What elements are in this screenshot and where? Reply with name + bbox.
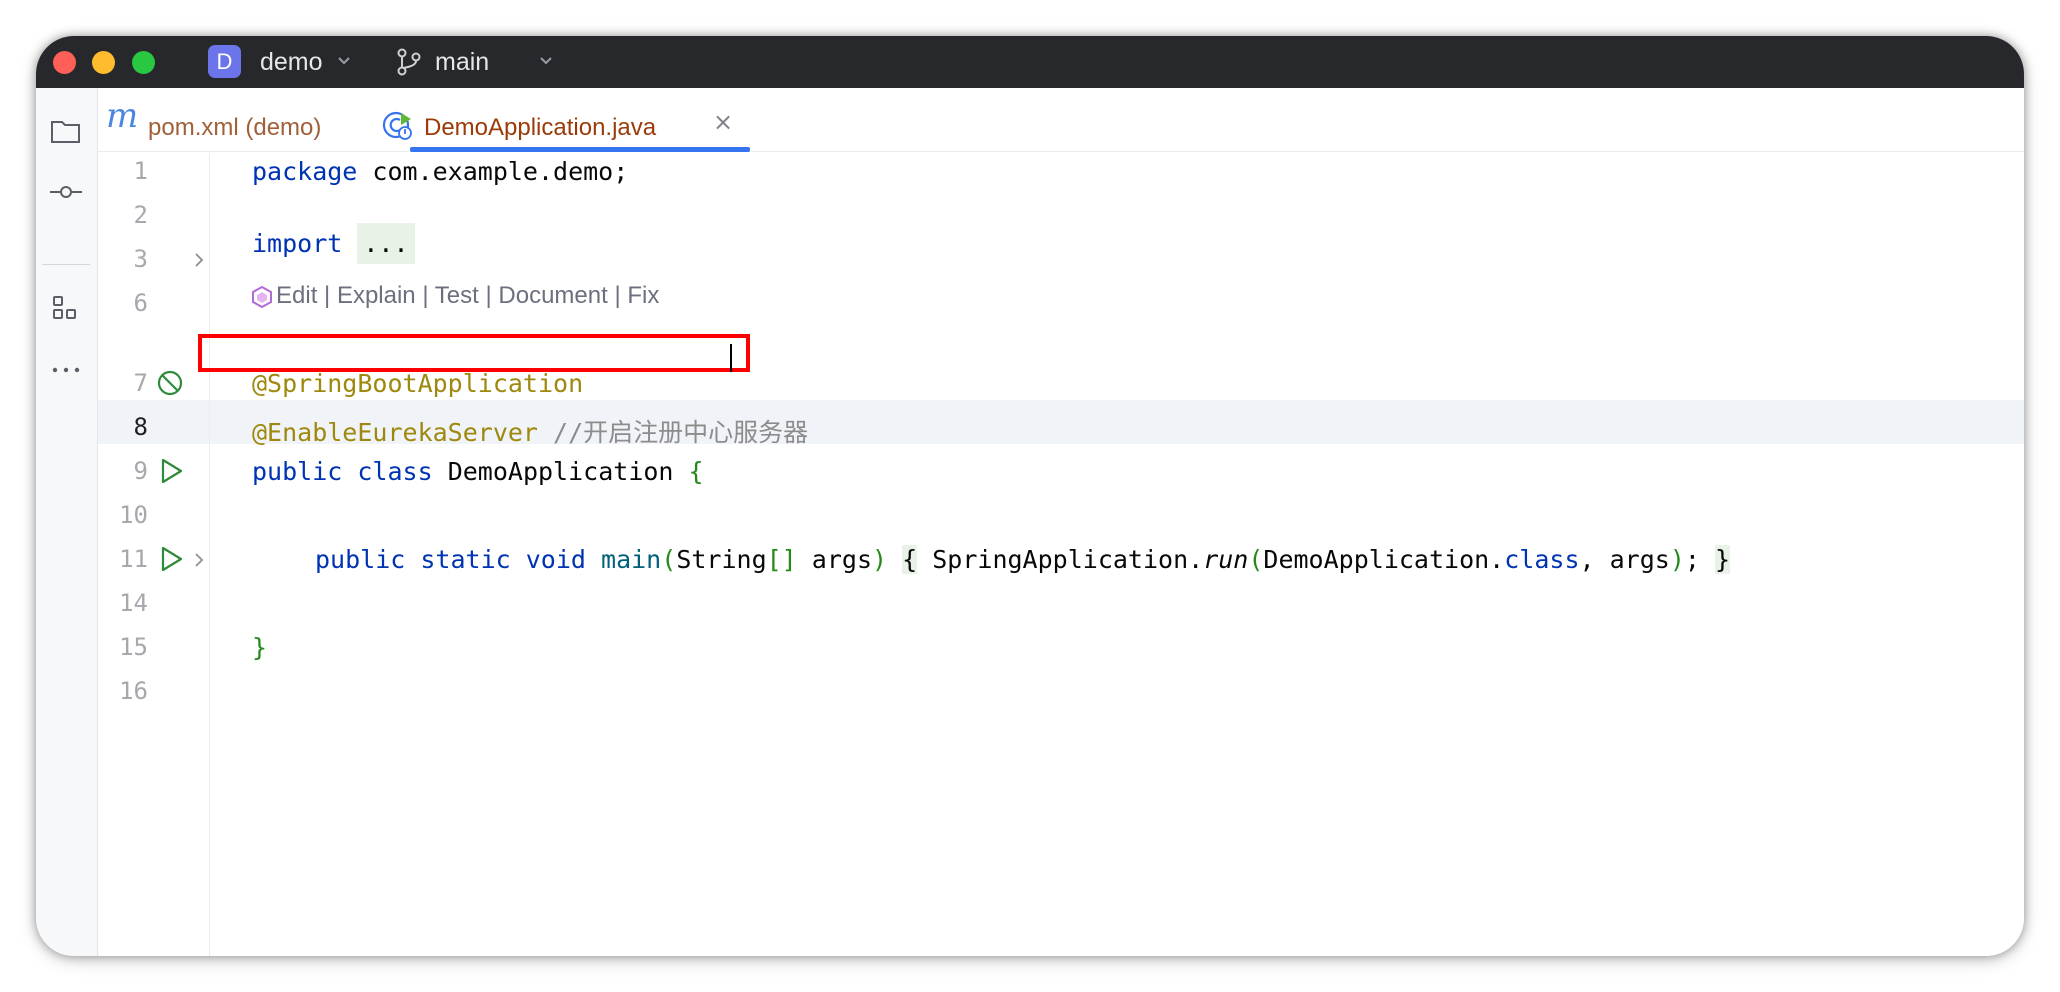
- text-caret: [730, 344, 732, 372]
- chevron-down-icon[interactable]: [334, 50, 354, 70]
- line-number: 11: [119, 545, 148, 573]
- line-number: 2: [133, 201, 148, 229]
- gutter-divider: [209, 153, 210, 956]
- ai-actions-inlay: Edit | Explain | Test | Document | Fix: [276, 282, 659, 310]
- keyword: public: [252, 457, 343, 486]
- line-number: 3: [133, 245, 148, 273]
- minimize-window-button[interactable]: [92, 51, 115, 74]
- paren: (: [661, 545, 677, 574]
- fold-close-brace[interactable]: }: [1715, 545, 1731, 574]
- line-number: 6: [133, 289, 148, 317]
- project-badge[interactable]: D: [208, 45, 241, 78]
- explain-action[interactable]: Explain: [337, 282, 416, 309]
- separator: |: [422, 282, 429, 309]
- edit-action[interactable]: Edit: [276, 282, 317, 309]
- param: args: [796, 545, 872, 574]
- ai-assistant-icon: [252, 286, 272, 308]
- project-folder-icon[interactable]: [49, 116, 83, 146]
- tab-label[interactable]: pom.xml (demo): [148, 114, 321, 142]
- active-tab-indicator: [410, 147, 750, 152]
- keyword: public: [315, 545, 406, 574]
- code-line-7: @SpringBootApplication: [252, 369, 583, 398]
- editor-tab-bar: m pom.xml (demo) DemoApplication.java ×: [98, 88, 2024, 152]
- code-line-9: public class DemoApplication {: [252, 457, 704, 486]
- keyword: import: [252, 229, 343, 258]
- project-name[interactable]: demo: [260, 48, 323, 77]
- keyword: package: [252, 157, 358, 186]
- code-line-8: @EnableEurekaServer //开启注册中心服务器: [252, 413, 808, 449]
- brace: }: [252, 633, 268, 662]
- paren: ): [1669, 545, 1685, 574]
- title-bar: D demo main: [36, 36, 2024, 88]
- package-name: com.example.demo;: [357, 157, 629, 186]
- highlight-box: [198, 334, 750, 372]
- class-ref: DemoApplication.: [1263, 545, 1505, 574]
- zoom-window-button[interactable]: [132, 51, 155, 74]
- line-number: 16: [119, 677, 148, 705]
- method-name: main: [601, 545, 662, 574]
- fold-chevron-icon[interactable]: [192, 251, 206, 269]
- line-number: 14: [119, 589, 148, 617]
- code-line-11: public static void main(String[] args) {…: [315, 545, 1731, 574]
- keyword: static: [420, 545, 511, 574]
- branch-icon[interactable]: [394, 47, 424, 77]
- paren: ): [872, 545, 888, 574]
- line-number: 8: [133, 413, 148, 441]
- ide-window: D demo main m pom.xml (demo) DemoApplica…: [36, 36, 2024, 956]
- semicolon: ;: [1684, 545, 1700, 574]
- class-name: DemoApplication: [447, 457, 674, 486]
- document-action[interactable]: Document: [498, 282, 607, 309]
- fold-open-brace[interactable]: {: [902, 545, 918, 574]
- code-line-3: import ...: [252, 223, 415, 264]
- separator: |: [485, 282, 492, 309]
- keyword: void: [525, 545, 586, 574]
- close-tab-icon[interactable]: ×: [713, 108, 733, 136]
- tab-label[interactable]: DemoApplication.java: [424, 114, 656, 142]
- run-icon[interactable]: [156, 544, 186, 574]
- keyword: class: [357, 457, 433, 486]
- separator: |: [324, 282, 331, 309]
- test-action[interactable]: Test: [435, 282, 479, 309]
- type-name: String: [676, 545, 767, 574]
- paren: (: [1248, 545, 1264, 574]
- run-icon[interactable]: [156, 456, 186, 486]
- branch-name[interactable]: main: [435, 48, 489, 77]
- fix-action[interactable]: Fix: [627, 282, 659, 309]
- annotation: @EnableEurekaServer: [252, 418, 538, 447]
- line-number: 15: [119, 633, 148, 661]
- line-number: 10: [119, 501, 148, 529]
- line-number: 1: [133, 157, 148, 185]
- java-class-icon: [382, 111, 412, 140]
- brackets: []: [766, 545, 797, 574]
- tool-window-strip: [36, 88, 98, 956]
- code-line-1: package com.example.demo;: [252, 157, 628, 186]
- code-editor[interactable]: 1 2 3 6 7 8 9 10 11 14 15 16 package com…: [98, 153, 2024, 956]
- structure-icon[interactable]: [49, 294, 83, 324]
- maven-icon: m: [106, 96, 139, 136]
- method-call: run: [1203, 545, 1249, 574]
- code-comment: //开启注册中心服务器: [553, 418, 809, 447]
- annotation: @SpringBootApplication: [252, 369, 584, 398]
- more-icon[interactable]: [49, 364, 83, 376]
- call-target: SpringApplication.: [932, 545, 1204, 574]
- fold-chevron-icon[interactable]: [192, 551, 206, 569]
- chevron-down-icon[interactable]: [536, 50, 556, 70]
- close-window-button[interactable]: [53, 51, 76, 74]
- separator: |: [614, 282, 621, 309]
- folded-imports[interactable]: ...: [357, 223, 415, 264]
- commit-icon[interactable]: [49, 182, 83, 202]
- spring-boot-icon[interactable]: [156, 369, 186, 399]
- line-number: 9: [133, 457, 148, 485]
- args: , args: [1579, 545, 1670, 574]
- code-line-15: }: [252, 633, 267, 662]
- brace: {: [688, 457, 704, 486]
- keyword: class: [1504, 545, 1580, 574]
- line-number: 7: [133, 369, 148, 397]
- divider: [42, 264, 90, 265]
